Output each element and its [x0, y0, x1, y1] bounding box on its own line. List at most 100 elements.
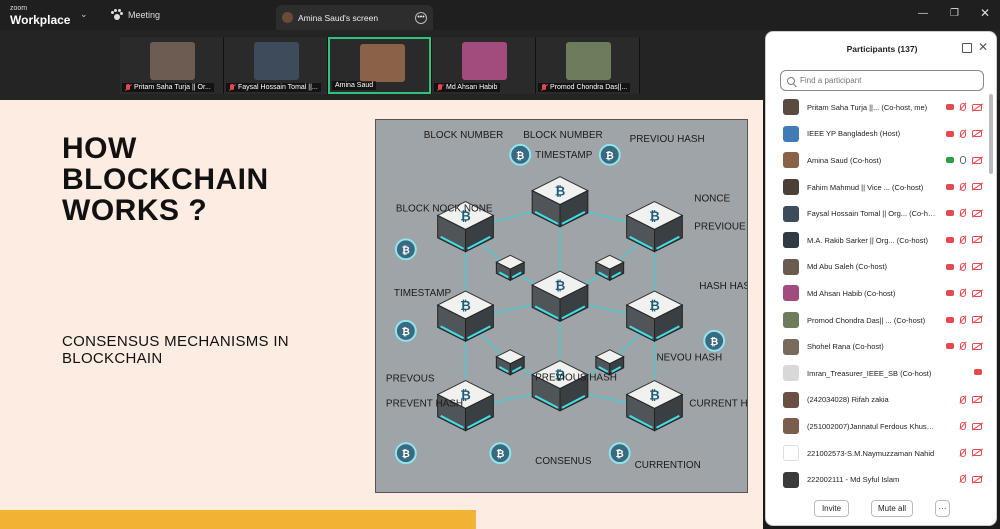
coin-symbol: ₿: [616, 449, 624, 460]
participant-row[interactable]: (242034028) Rifah zakia: [766, 387, 988, 414]
participant-status-icons: [946, 235, 982, 244]
participant-name: IEEE YP Bangladesh (Host): [807, 129, 901, 139]
avatar: [783, 179, 799, 196]
mic-muted-icon: [960, 235, 966, 244]
tile-name-text: Md Ahsan Habib: [446, 84, 498, 91]
participant-status-icons: [974, 368, 982, 375]
video-off-icon: [972, 183, 982, 191]
participant-row[interactable]: Shohel Rana (Co-host): [766, 333, 988, 360]
restore-icon[interactable]: ❐: [950, 8, 959, 19]
mic-muted-icon: [229, 84, 235, 91]
participant-row[interactable]: Imran_Treasurer_IEEE_SB (Co-host): [766, 360, 988, 387]
tile-name: Promod Chondra Das||...: [538, 83, 631, 92]
participant-row[interactable]: Promod Chondra Das|| ... (Co-host): [766, 307, 988, 334]
participant-row[interactable]: Fahim Mahmud || Vice ... (Co-host): [766, 174, 988, 201]
bitcoin-icon: ₿: [649, 208, 660, 223]
recording-icon: [946, 236, 954, 243]
mic-muted-icon: [541, 84, 547, 91]
recording-icon: [946, 290, 954, 297]
illustration-label: PREVIOUS HASH: [535, 373, 617, 384]
illustration-label: CURRENTION: [635, 460, 701, 471]
participant-status-icons: [946, 129, 982, 138]
avatar: [783, 391, 799, 408]
bitcoin-icon: ₿: [649, 298, 660, 313]
participant-name: Md Ahsan Habib (Co-host): [807, 288, 896, 298]
coin-symbol: ₿: [402, 327, 410, 338]
recording-icon: [974, 368, 982, 375]
mic-muted-icon: [960, 395, 966, 404]
close-window-icon[interactable]: ✕: [980, 6, 990, 20]
participant-row[interactable]: IEEE YP Bangladesh (Host): [766, 121, 988, 148]
participant-name: Amina Saud (Co-host): [807, 155, 882, 165]
coin-symbol: ₿: [402, 449, 410, 460]
mic-muted-icon: [125, 84, 131, 91]
participant-row[interactable]: Amina Saud (Co-host): [766, 147, 988, 174]
screen-share-tab[interactable]: Amina Saud's screen •••: [276, 5, 433, 30]
paw-icon: [111, 9, 123, 20]
blockchain-diagram: ₿₿₿₿₿₿₿₿₿₿ ₿₿₿₿₿ ₿ ₿BLOCK NUMBER BLOCK NUMBE…: [376, 120, 747, 492]
video-off-icon: [972, 342, 982, 350]
mic-muted-icon: [960, 475, 966, 484]
participant-row[interactable]: M.A. Rakib Sarker || Org... (Co-host): [766, 227, 988, 254]
recording-icon: [946, 104, 954, 110]
shared-slide: HOW BLOCKCHAIN WORKS ? CONSENSUS MECHANI…: [0, 100, 763, 529]
participant-row[interactable]: Faysal Hossain Tomal || Org... (Co-host): [766, 200, 988, 227]
video-tile[interactable]: Md Ahsan Habib: [432, 37, 535, 94]
close-icon[interactable]: ✕: [978, 40, 988, 54]
participant-search[interactable]: [780, 70, 984, 91]
invite-button[interactable]: Invite: [814, 500, 849, 517]
participant-video: [462, 42, 507, 80]
participant-row[interactable]: Md Ahsan Habib (Co-host): [766, 280, 988, 307]
video-tile[interactable]: Amina Saud: [328, 37, 431, 94]
participant-row[interactable]: 221002573-S.M.Naymuzzaman Nahid: [766, 440, 988, 467]
blockchain-illustration: ₿ ₿ ₿ ₿ ₿ ₿ ₿ ₿ ₿ ₿ ₿ ₿ ₿ ₿ ₿ ₿ ₿ BLOCK NUMBER BLOCK NUMBE…: [375, 119, 748, 493]
tile-name-text: Amina Saud: [335, 82, 374, 89]
participant-row[interactable]: Pritam Saha Turja ||... (Co-host, me): [766, 94, 988, 121]
avatar: [783, 312, 799, 329]
participant-status-icons: [946, 289, 982, 298]
coin-symbol: ₿: [710, 337, 718, 348]
avatar: [783, 205, 799, 222]
tile-name-text: Pritam Saha Turja || Or...: [134, 84, 211, 91]
pop-out-icon[interactable]: [962, 43, 972, 53]
more-options-icon[interactable]: •••: [415, 11, 427, 24]
coin-symbol: ₿: [402, 245, 410, 256]
recording-icon: [946, 210, 954, 217]
minimize-icon[interactable]: —: [918, 8, 928, 19]
video-off-icon: [972, 289, 982, 297]
video-off-icon: [972, 263, 982, 271]
avatar: [783, 99, 799, 116]
video-off-icon: [972, 475, 982, 483]
more-button[interactable]: ···: [935, 500, 950, 517]
mute-all-button[interactable]: Mute all: [871, 500, 913, 517]
mic-muted-icon: [960, 209, 966, 218]
zoom-logo[interactable]: zoom Workplace: [10, 4, 70, 26]
participant-row[interactable]: 222002111 - Md Syful Islam: [766, 466, 988, 493]
participant-status-icons: [946, 156, 982, 165]
mic-muted-icon: [960, 103, 966, 111]
participant-status-icons: [960, 448, 982, 457]
participant-status-icons: [946, 342, 982, 351]
video-off-icon: [972, 449, 982, 457]
mic-muted-icon: [960, 422, 966, 431]
coin-symbol: ₿: [516, 151, 524, 162]
recording-icon: [946, 130, 954, 137]
video-tile[interactable]: Pritam Saha Turja || Or...: [120, 37, 223, 94]
scrollbar[interactable]: [989, 94, 993, 174]
search-icon: [787, 76, 795, 85]
participant-row[interactable]: (251002007)Jannatul Ferdous Khushbu: [766, 413, 988, 440]
tile-name-text: Faysal Hossain Tomal ||...: [238, 84, 318, 91]
mic-icon: [960, 156, 966, 165]
tile-name: Md Ahsan Habib: [434, 83, 501, 92]
meeting-tab[interactable]: Meeting: [111, 9, 160, 20]
video-tile[interactable]: Promod Chondra Das||...: [536, 37, 639, 94]
search-input[interactable]: [800, 76, 970, 85]
participant-video: [360, 44, 405, 82]
video-off-icon: [972, 130, 982, 138]
participant-row[interactable]: Md Abu Saleh (Co-host): [766, 254, 988, 281]
video-tile[interactable]: Faysal Hossain Tomal ||...: [224, 37, 327, 94]
tile-name: Pritam Saha Turja || Or...: [122, 83, 214, 92]
video-off-icon: [972, 103, 982, 111]
participants-footer: Invite Mute all ···: [766, 500, 998, 517]
chevron-down-icon[interactable]: ⌄: [80, 9, 88, 20]
